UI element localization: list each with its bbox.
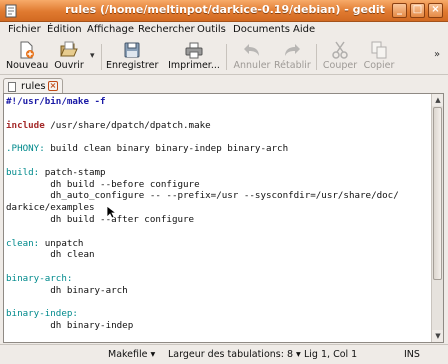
new-button[interactable]: Nouveau [6,39,49,75]
code-line: binary-arch: [6,272,73,284]
code-line: .PHONY: build clean binary binary-indep … [6,143,289,155]
code-line: binary-indep: [6,308,78,320]
code-line: clean: unpatch [6,237,84,249]
new-label: Nouveau [6,60,49,71]
menu-aide[interactable]: Aide [293,24,315,35]
copy-label: Copier [363,60,395,71]
insert-mode: INS [404,349,420,360]
title-bar: rules (/home/meltinpot/darkice-0.19/debi… [0,0,448,22]
undo-label: Annuler [233,60,271,71]
code-area[interactable]: #!/usr/bin/make -f include /usr/share/dpa… [6,96,430,342]
minimize-button[interactable]: _ [392,3,407,18]
tab-width-label: Largeur des tabulations: 8 [168,349,293,360]
tab-width-selector[interactable]: Largeur des tabulations: 8 ▾ [168,349,301,360]
cut-button[interactable]: Couper [322,39,358,75]
language-selector[interactable]: Makefile ▾ [108,349,155,360]
code-line: darkice/examples [6,202,95,214]
scissors-icon [332,41,348,59]
open-recent-dropdown[interactable]: ▾ [90,51,95,61]
gedit-app-icon[interactable] [4,4,18,18]
menu-affichage[interactable]: Affichage [87,24,134,35]
vertical-scrollbar[interactable]: ▲ ▼ [431,94,443,342]
toolbar-separator [316,44,317,70]
redo-button[interactable]: Rétablir [274,39,311,75]
code-line: dh build --before configure [6,178,200,190]
mouse-pointer-icon [106,205,116,219]
redo-label: Rétablir [274,60,311,71]
document-tabs: rules × [0,76,448,94]
code-line: dh clean [6,249,95,261]
print-button[interactable]: Imprimer... [168,39,220,75]
cut-label: Couper [322,60,358,71]
code-line: build: patch-stamp [6,166,106,178]
copy-button[interactable]: Copier [362,39,396,75]
tab-label: rules [21,81,46,92]
scroll-up-arrow-icon[interactable]: ▲ [432,94,443,106]
open-label: Ouvrir [54,60,84,71]
printer-icon [185,42,203,59]
close-tab-icon[interactable]: × [48,81,58,91]
tab-rules[interactable]: rules × [3,78,63,94]
open-button[interactable]: Ouvrir [52,39,86,75]
save-label: Enregistrer [106,60,159,71]
code-line: dh binary-arch [6,284,128,296]
new-document-icon [20,41,34,59]
menu-fichier[interactable]: Fichier [8,24,41,35]
toolbar-separator [101,44,102,70]
print-label: Imprimer... [168,60,220,71]
language-label: Makefile [108,349,148,360]
toolbar-overflow-chevron-icon[interactable]: » [434,49,440,60]
scrollbar-thumb[interactable] [433,107,442,280]
toolbar-separator [226,44,227,70]
text-editor[interactable]: #!/usr/bin/make -f include /usr/share/dpa… [3,93,444,343]
copy-pages-icon [371,41,387,59]
cursor-position: Lig 1, Col 1 [304,349,358,360]
text-document-icon [8,82,16,92]
scroll-down-arrow-icon[interactable]: ▼ [432,330,443,342]
open-folder-icon [60,41,78,57]
redo-arrow-icon [285,44,300,56]
window-title: rules (/home/meltinpot/darkice-0.19/debi… [65,3,385,16]
code-line: dh build --after configure [6,213,195,225]
code-line: #!/usr/bin/make -f [6,96,106,107]
tab-width-dropdown-icon: ▾ [296,349,301,360]
code-line: dh_auto_configure -- --prefix=/usr --sys… [6,190,399,202]
menu-bar: Fichier Édition Affichage Rechercher Out… [0,22,448,39]
code-line: include /usr/share/dpatch/dpatch.make [6,119,211,131]
save-button[interactable]: Enregistrer [106,39,158,75]
status-bar: Makefile ▾ Largeur des tabulations: 8 ▾ … [0,344,448,364]
toolbar: Nouveau Ouvrir ▾ Enregistrer Imprimer...… [0,39,448,75]
close-window-button[interactable]: × [428,3,443,18]
maximize-button[interactable]: □ [410,3,425,18]
save-disk-icon [124,42,140,58]
code-line: dh binary-indep [6,320,134,332]
menu-documents[interactable]: Documents [233,24,290,35]
menu-outils[interactable]: Outils [197,24,226,35]
menu-edition[interactable]: Édition [47,24,82,35]
undo-arrow-icon [244,44,259,56]
undo-button[interactable]: Annuler [232,39,272,75]
language-dropdown-icon: ▾ [150,349,156,360]
menu-rechercher[interactable]: Rechercher [138,24,195,35]
